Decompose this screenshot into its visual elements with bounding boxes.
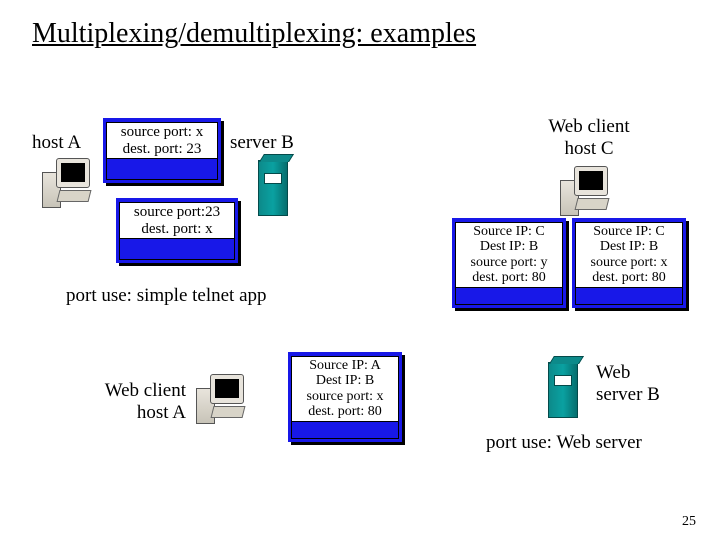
web-client-c-icon bbox=[560, 166, 608, 218]
packet-line: source port: y bbox=[460, 255, 558, 270]
packet-line: dest. port: x bbox=[124, 221, 230, 238]
packet-line: Source IP: A bbox=[296, 358, 394, 373]
web-client-a-label: Web client host A bbox=[86, 380, 186, 424]
packet-line: source port:23 bbox=[124, 204, 230, 221]
web-client-c-label: Web client host C bbox=[524, 116, 654, 160]
host-a-icon bbox=[42, 158, 90, 210]
packet-line: Dest IP: B bbox=[296, 373, 394, 388]
packet-line: Source IP: C bbox=[460, 224, 558, 239]
telnet-caption: port use: simple telnet app bbox=[66, 285, 267, 307]
packet-line: Dest IP: B bbox=[460, 239, 558, 254]
packet-line: dest. port: 80 bbox=[580, 270, 678, 285]
web-server-b-icon bbox=[548, 362, 578, 418]
slide-number: 25 bbox=[682, 514, 696, 530]
packet-line: dest. port: 80 bbox=[296, 404, 394, 419]
host-a-label: host A bbox=[32, 132, 81, 154]
packet-c-y-80: Source IP: C Dest IP: B source port: y d… bbox=[452, 218, 566, 308]
web-server-b-label: Web server B bbox=[596, 362, 660, 406]
packet-line: Dest IP: B bbox=[580, 239, 678, 254]
server-b-top-icon bbox=[258, 160, 288, 216]
webserver-caption: port use: Web server bbox=[486, 432, 642, 454]
slide-title: Multiplexing/demultiplexing: examples bbox=[32, 18, 476, 50]
packet-line: source port: x bbox=[580, 255, 678, 270]
server-b-top-label: server B bbox=[230, 132, 294, 154]
packet-line: source port: x bbox=[296, 389, 394, 404]
packet-line: source port: x bbox=[111, 124, 213, 141]
packet-line: dest. port: 80 bbox=[460, 270, 558, 285]
packet-line: dest. port: 23 bbox=[111, 141, 213, 158]
packet-a-x-80: Source IP: A Dest IP: B source port: x d… bbox=[288, 352, 402, 442]
packet-line: Source IP: C bbox=[580, 224, 678, 239]
packet-telnet-request: source port: x dest. port: 23 bbox=[103, 118, 221, 183]
web-client-a-icon bbox=[196, 374, 244, 426]
packet-telnet-reply: source port:23 dest. port: x bbox=[116, 198, 238, 263]
packet-c-x-80: Source IP: C Dest IP: B source port: x d… bbox=[572, 218, 686, 308]
